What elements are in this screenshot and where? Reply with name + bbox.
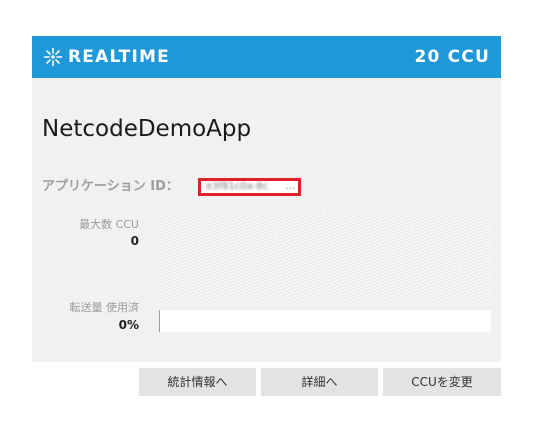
details-button[interactable]: 詳細へ [261, 368, 378, 396]
max-ccu-label: 最大数 CCU [79, 218, 139, 231]
app-id-value-box[interactable]: e3f81c0a-8c ... [198, 178, 301, 196]
traffic-usage-bar [159, 310, 491, 332]
traffic-usage-marker [159, 310, 160, 332]
ccu-plan-badge: 20 CCU [414, 47, 490, 67]
card-header: REALTIME 20 CCU [32, 36, 501, 78]
app-id-label: アプリケーション ID： [42, 179, 179, 194]
app-id-value: e3f81c0a-8c [206, 181, 269, 192]
realtime-burst-icon [43, 47, 63, 67]
stats-button[interactable]: 統計情報へ [139, 368, 256, 396]
max-ccu-value: 0 [130, 234, 139, 248]
product-title: REALTIME [68, 47, 170, 67]
traffic-used-label: 転送量 使用済 [69, 301, 140, 314]
app-id-ellipsis: ... [285, 181, 295, 192]
app-card: REALTIME 20 CCU NetcodeDemoApp アプリケーション … [32, 36, 501, 362]
app-name: NetcodeDemoApp [42, 116, 252, 142]
ccu-chart-area [159, 214, 491, 300]
traffic-used-value: 0% [118, 318, 139, 332]
change-ccu-button[interactable]: CCUを変更 [383, 368, 501, 396]
